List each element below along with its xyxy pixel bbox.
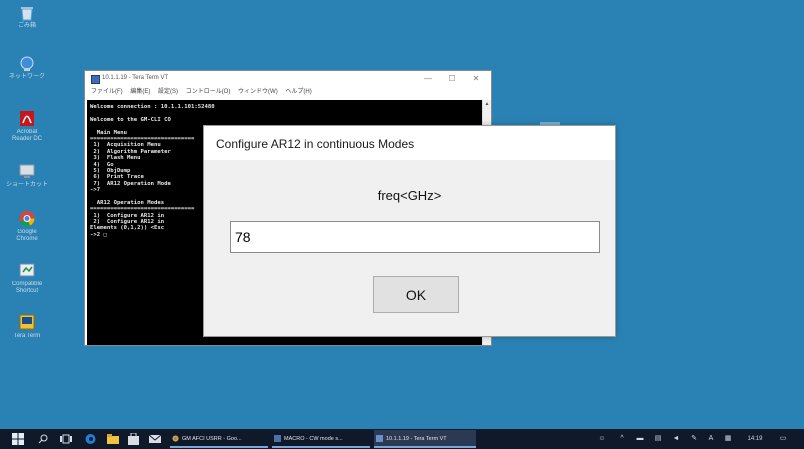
- teraterm-app-icon: [91, 75, 100, 84]
- maximize-button[interactable]: ☐: [441, 71, 463, 86]
- file-explorer-icon[interactable]: [107, 434, 119, 444]
- teraterm-title: 10.1.1.19 - Tera Term VT: [102, 75, 169, 81]
- windows-start-icon[interactable]: [12, 433, 24, 445]
- battery-icon[interactable]: ▬: [634, 429, 646, 449]
- freq-label: freq<GHz>: [377, 188, 442, 203]
- chrome-icon: [172, 435, 179, 442]
- teraterm-titlebar[interactable]: 10.1.1.19 - Tera Term VT — ☐ ✕: [85, 71, 491, 86]
- recycle-bin-icon: [21, 7, 33, 21]
- desktop-icon-label: ネットワーク: [8, 74, 45, 80]
- desktop-icon-compatible[interactable]: Compatible Shortcut: [6, 262, 48, 295]
- teraterm-icon: [376, 435, 383, 442]
- menu-edit[interactable]: 編集(E): [130, 89, 150, 95]
- teraterm-icon: [19, 314, 35, 330]
- menu-help[interactable]: ヘルプ(H): [285, 89, 311, 95]
- task-view-icon[interactable]: [60, 434, 72, 444]
- desktop-icon-shortcut[interactable]: ショートカット: [6, 163, 48, 189]
- desktop-icon-network[interactable]: ネットワーク: [6, 55, 48, 81]
- freq-input[interactable]: [230, 221, 600, 253]
- configure-dialog[interactable]: Configure AR12 in continuous Modes freq<…: [203, 125, 616, 337]
- search-icon[interactable]: [38, 434, 48, 444]
- desktop: ごみ箱 ネットワーク Acrobat Reader DC ショートカット Goo…: [0, 0, 804, 449]
- menu-setup[interactable]: 設定(S): [158, 89, 178, 95]
- pen-icon[interactable]: ✎: [688, 429, 700, 449]
- task-label: MACRO - CW mode s...: [284, 436, 343, 442]
- close-button[interactable]: ✕: [465, 71, 487, 86]
- scroll-up-icon[interactable]: ▲: [483, 100, 491, 108]
- dialog-title: Configure AR12 in continuous Modes: [204, 126, 615, 160]
- desktop-icon-acrobat[interactable]: Acrobat Reader DC: [6, 110, 48, 143]
- teraterm-menubar: ファイル(F) 編集(E) 設定(S) コントロール(O) ウィンドウ(W) ヘ…: [85, 86, 491, 98]
- minimize-button[interactable]: —: [417, 71, 439, 86]
- keyboard-icon[interactable]: ▦: [722, 429, 734, 449]
- people-icon[interactable]: ☺: [596, 429, 608, 449]
- store-icon[interactable]: [128, 433, 139, 445]
- notification-icon[interactable]: ▭: [776, 429, 790, 449]
- edge-browser-icon[interactable]: [85, 433, 96, 445]
- taskbar-task-teraterm[interactable]: 10.1.1.19 - Tera Term VT: [374, 430, 476, 448]
- desktop-icon-label: Acrobat Reader DC: [11, 129, 42, 142]
- mail-icon[interactable]: [149, 434, 161, 444]
- program-icon: [19, 263, 35, 277]
- computer-icon: [19, 164, 35, 178]
- desktop-icon-chrome[interactable]: Google Chrome: [6, 210, 48, 243]
- ok-button[interactable]: OK: [373, 276, 459, 313]
- taskbar: GM AFCI USRR - Goo... MACRO - CW mode s.…: [0, 429, 804, 449]
- menu-window[interactable]: ウィンドウ(W): [238, 89, 278, 95]
- ime-indicator[interactable]: A: [705, 429, 717, 449]
- clock[interactable]: 14:19: [742, 429, 768, 449]
- task-label: 10.1.1.19 - Tera Term VT: [386, 436, 447, 442]
- desktop-icon-label: Compatible Shortcut: [11, 281, 43, 294]
- desktop-icon-label: ごみ箱: [17, 23, 36, 29]
- network-tray-icon[interactable]: ▤: [652, 429, 664, 449]
- desktop-icon-label: ショートカット: [6, 182, 49, 188]
- chevron-up-icon[interactable]: ^: [616, 429, 628, 449]
- volume-icon[interactable]: ◄: [670, 429, 682, 449]
- desktop-icon-recycle-bin[interactable]: ごみ箱: [6, 4, 48, 30]
- task-label: GM AFCI USRR - Goo...: [182, 436, 242, 442]
- macro-window-icon: [274, 435, 281, 442]
- desktop-icon-label: Google Chrome: [16, 229, 38, 242]
- taskbar-task-chrome[interactable]: GM AFCI USRR - Goo...: [170, 430, 268, 448]
- taskbar-task-macro[interactable]: MACRO - CW mode s...: [272, 430, 370, 448]
- menu-file[interactable]: ファイル(F): [91, 89, 123, 95]
- network-icon: [20, 56, 34, 71]
- desktop-icon-label: Tera Term: [13, 333, 41, 339]
- desktop-icon-teraterm[interactable]: Tera Term: [6, 314, 48, 340]
- acrobat-icon: [20, 111, 34, 126]
- menu-control[interactable]: コントロール(O): [186, 89, 231, 95]
- chrome-icon: [19, 211, 35, 227]
